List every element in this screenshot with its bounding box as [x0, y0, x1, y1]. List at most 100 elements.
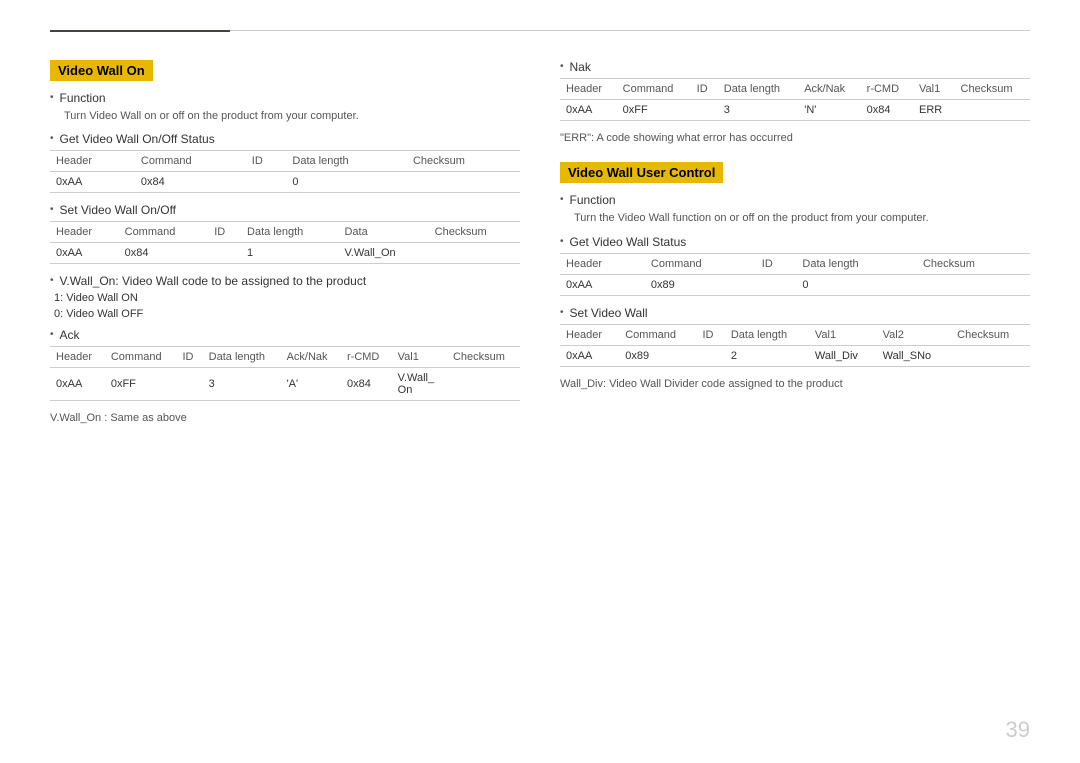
th-ack-nak: Ack/Nak: [798, 79, 860, 100]
td-checksum: [407, 172, 520, 193]
bullet-dot-3: •: [50, 204, 54, 215]
td-command: 0x84: [119, 243, 209, 264]
th-checksum: Checksum: [447, 347, 520, 368]
th-data-length: Data length: [286, 151, 407, 172]
td-val1: V.Wall_On: [392, 368, 447, 401]
nak-bullet: • Nak: [560, 60, 1030, 74]
th-val1: Val1: [913, 79, 955, 100]
th-checksum: Checksum: [917, 253, 1030, 274]
left-section-title: Video Wall On: [50, 60, 153, 81]
r-get-status-bullet: • Get Video Wall Status: [560, 235, 1030, 249]
r-function-label: Function: [570, 193, 616, 207]
th-header: Header: [560, 253, 645, 274]
table-row: 0xAA 0xFF 3 'A' 0x84 V.Wall_On: [50, 368, 520, 401]
bullet-dot-2: •: [50, 133, 54, 144]
th-id: ID: [208, 222, 241, 243]
th-ack-nak: Ack/Nak: [281, 347, 341, 368]
vwall-note-bullet: • V.Wall_On: Video Wall code to be assig…: [50, 274, 520, 288]
th-header: Header: [560, 79, 617, 100]
th-checksum: Checksum: [955, 79, 1030, 100]
td-checksum: [955, 100, 1030, 121]
th-id: ID: [697, 324, 725, 345]
wall-div-note: Wall_Div: Video Wall Divider code assign…: [560, 377, 1030, 392]
get-status-label: Get Video Wall On/Off Status: [60, 132, 215, 146]
td-checksum: [917, 274, 1030, 295]
th-data: Data: [338, 222, 428, 243]
td-header: 0xAA: [50, 368, 105, 401]
th-id: ID: [176, 347, 202, 368]
th-data-length: Data length: [725, 324, 809, 345]
bullet-dot-r3: •: [560, 236, 564, 247]
td-checksum: [429, 243, 520, 264]
table-row: 0xAA 0x89 2 Wall_Div Wall_SNo: [560, 345, 1030, 366]
td-command: 0xFF: [617, 100, 691, 121]
th-command: Command: [619, 324, 696, 345]
r-function-bullet: • Function: [560, 193, 1030, 207]
td-checksum: [447, 368, 520, 401]
td-header: 0xAA: [560, 345, 619, 366]
th-header: Header: [50, 222, 119, 243]
th-command: Command: [119, 222, 209, 243]
td-id: [697, 345, 725, 366]
note1: 1: Video Wall ON: [54, 292, 520, 304]
th-checksum: Checksum: [407, 151, 520, 172]
td-r-cmd: 0x84: [341, 368, 392, 401]
th-data-length: Data length: [241, 222, 338, 243]
r-set-label: Set Video Wall: [570, 306, 648, 320]
note2: 0: Video Wall OFF: [54, 308, 520, 320]
th-id: ID: [691, 79, 718, 100]
th-data-length: Data length: [718, 79, 798, 100]
td-data: V.Wall_On: [338, 243, 428, 264]
table-row: 0xAA 0x84 0: [50, 172, 520, 193]
td-ack-nak: 'N': [798, 100, 860, 121]
table-row: 0xAA 0xFF 3 'N' 0x84 ERR: [560, 100, 1030, 121]
td-header: 0xAA: [50, 172, 135, 193]
td-command: 0x89: [619, 345, 696, 366]
th-id: ID: [246, 151, 287, 172]
ack-bullet: • Ack: [50, 328, 520, 342]
td-val2: Wall_SNo: [877, 345, 952, 366]
set-label-bullet: • Set Video Wall On/Off: [50, 203, 520, 217]
r-set-bullet: • Set Video Wall: [560, 306, 1030, 320]
td-ack-nak: 'A': [281, 368, 341, 401]
th-id: ID: [756, 253, 797, 274]
th-checksum: Checksum: [951, 324, 1030, 345]
set-table: Header Command ID Data length Data Check…: [50, 221, 520, 264]
th-val1: Val1: [809, 324, 877, 345]
th-command: Command: [135, 151, 246, 172]
td-val1: Wall_Div: [809, 345, 877, 366]
td-val1: ERR: [913, 100, 955, 121]
top-line-accent: [50, 30, 230, 32]
r-get-status-table: Header Command ID Data length Checksum 0…: [560, 253, 1030, 296]
th-data-length: Data length: [796, 253, 917, 274]
td-data-length: 3: [203, 368, 281, 401]
table-row: 0xAA 0x89 0: [560, 274, 1030, 295]
th-header: Header: [560, 324, 619, 345]
bullet-dot-r1: •: [560, 61, 564, 72]
td-id: [246, 172, 287, 193]
vwall-note: V.Wall_On: Video Wall code to be assigne…: [60, 274, 367, 288]
th-header: Header: [50, 151, 135, 172]
th-header: Header: [50, 347, 105, 368]
function-desc: Turn Video Wall on or off on the product…: [64, 109, 520, 124]
td-header: 0xAA: [560, 100, 617, 121]
th-command: Command: [105, 347, 177, 368]
ack-label: Ack: [60, 328, 80, 342]
r-set-table: Header Command ID Data length Val1 Val2 …: [560, 324, 1030, 367]
td-id: [756, 274, 797, 295]
th-val1: Val1: [392, 347, 447, 368]
right-column: • Nak Header Command ID Data length Ack/…: [560, 60, 1030, 435]
left-column: Video Wall On • Function Turn Video Wall…: [50, 60, 520, 435]
td-r-cmd: 0x84: [861, 100, 913, 121]
td-data-length: 3: [718, 100, 798, 121]
bullet-dot-r4: •: [560, 307, 564, 318]
td-header: 0xAA: [50, 243, 119, 264]
r-get-status-label: Get Video Wall Status: [570, 235, 687, 249]
td-data-length: 1: [241, 243, 338, 264]
td-data-length: 2: [725, 345, 809, 366]
table-row: 0xAA 0x84 1 V.Wall_On: [50, 243, 520, 264]
td-id: [208, 243, 241, 264]
td-id: [176, 368, 202, 401]
td-data-length: 0: [286, 172, 407, 193]
td-command: 0x89: [645, 274, 756, 295]
